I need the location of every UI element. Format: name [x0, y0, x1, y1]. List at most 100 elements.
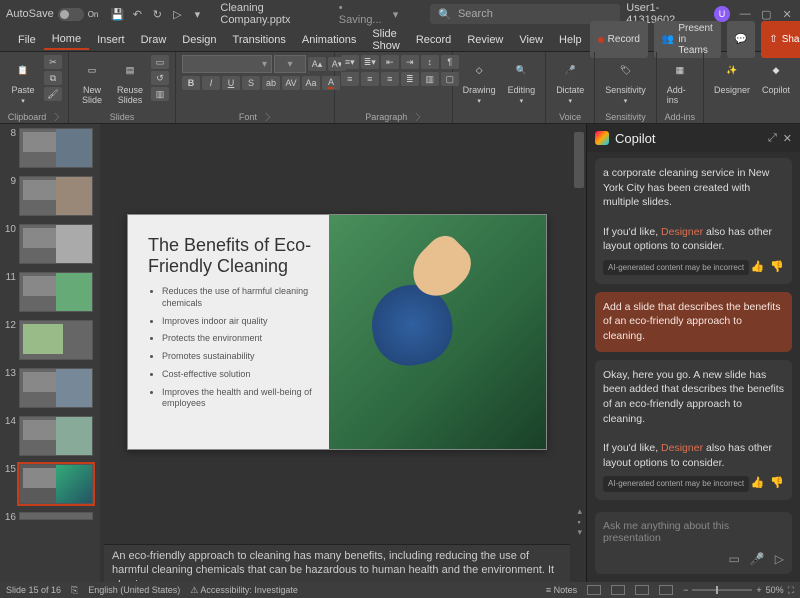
- designer-button[interactable]: ✨Designer: [710, 55, 754, 97]
- shadow-button[interactable]: ab: [262, 76, 280, 90]
- thumbs-down-icon[interactable]: 👎: [770, 260, 784, 275]
- reuse-slides-button[interactable]: ▤ Reuse Slides: [113, 55, 147, 107]
- reading-view-button[interactable]: [635, 585, 649, 595]
- prompt-guide-icon[interactable]: ▭: [728, 552, 739, 566]
- italic-button[interactable]: I: [202, 76, 220, 90]
- notes-pane[interactable]: An eco-friendly approach to cleaning has…: [104, 544, 570, 582]
- slide-thumbnail-13[interactable]: [19, 368, 93, 408]
- char-spacing-button[interactable]: AV: [282, 76, 300, 90]
- fit-to-window-icon[interactable]: ⛶: [788, 585, 794, 596]
- autosave-toggle[interactable]: AutoSave On: [6, 8, 98, 21]
- menu-slideshow[interactable]: Slide Show: [364, 25, 408, 55]
- dictate-button[interactable]: 🎤Dictate▾: [552, 55, 588, 107]
- copilot-conversation[interactable]: a corporate cleaning service in New York…: [587, 152, 800, 506]
- menu-draw[interactable]: Draw: [133, 31, 175, 49]
- thumbnail-panel[interactable]: 8 9 10 11 12 13 14 15 16: [0, 124, 100, 582]
- copilot-input-box[interactable]: Ask me anything about this presentation …: [595, 512, 792, 574]
- undo-icon[interactable]: ↶: [130, 7, 144, 21]
- numbering-button[interactable]: ≣▾: [361, 55, 379, 69]
- thumbs-down-icon[interactable]: 👎: [770, 476, 784, 491]
- sorter-view-button[interactable]: [611, 585, 625, 595]
- menu-animations[interactable]: Animations: [294, 31, 364, 49]
- slide-thumbnail-10[interactable]: [19, 224, 93, 264]
- zoom-slider[interactable]: [692, 589, 752, 591]
- indent-increase-button[interactable]: ⇥: [401, 55, 419, 69]
- addins-button[interactable]: ▦Add-ins: [663, 55, 697, 107]
- editing-button[interactable]: 🔍Editing▾: [504, 55, 540, 107]
- slide-bullet-list[interactable]: Reduces the use of harmful cleaning chem…: [148, 286, 313, 410]
- maximize-icon[interactable]: ▢: [761, 8, 772, 20]
- slide-counter[interactable]: Slide 15 of 16: [6, 585, 61, 595]
- slide-image[interactable]: [329, 215, 546, 449]
- change-case-button[interactable]: Aa: [302, 76, 320, 90]
- file-name[interactable]: Cleaning Company.pptx: [220, 2, 332, 26]
- vertical-scrollbar[interactable]: [574, 132, 584, 188]
- slide-thumbnail-11[interactable]: [19, 272, 93, 312]
- font-family-select[interactable]: ▾: [182, 55, 272, 73]
- zoom-in-icon[interactable]: +: [756, 585, 761, 595]
- menu-home[interactable]: Home: [44, 30, 89, 50]
- toggle-switch[interactable]: [58, 8, 84, 21]
- menu-help[interactable]: Help: [551, 31, 590, 49]
- slide-thumbnail-14[interactable]: [19, 416, 93, 456]
- bold-button[interactable]: B: [182, 76, 200, 90]
- slide-nav-handles[interactable]: ▴▪▾: [577, 506, 582, 538]
- align-center-button[interactable]: ≡: [361, 72, 379, 86]
- format-painter-button[interactable]: 🖌: [44, 87, 62, 101]
- send-icon[interactable]: ▷: [775, 552, 784, 566]
- menu-record[interactable]: Record: [408, 31, 459, 49]
- minimize-icon[interactable]: —: [740, 8, 751, 20]
- increase-font-button[interactable]: A▴: [308, 57, 326, 71]
- menu-transitions[interactable]: Transitions: [225, 31, 294, 49]
- dialog-launcher-icon[interactable]: [412, 113, 420, 121]
- font-size-select[interactable]: ▾: [274, 55, 306, 73]
- start-slideshow-icon[interactable]: ▷: [170, 7, 184, 21]
- qat-dropdown-icon[interactable]: ▾: [190, 7, 204, 21]
- notes-toggle[interactable]: ≡ Notes: [546, 585, 577, 595]
- avatar[interactable]: U: [714, 6, 729, 22]
- slide-thumbnail-12[interactable]: [19, 320, 93, 360]
- language-status[interactable]: English (United States): [88, 585, 180, 595]
- drawing-button[interactable]: ◇Drawing▾: [459, 55, 500, 107]
- zoom-out-icon[interactable]: −: [683, 585, 688, 595]
- menu-insert[interactable]: Insert: [89, 31, 133, 49]
- save-icon[interactable]: 💾: [110, 7, 124, 21]
- current-slide[interactable]: The Benefits of Eco-Friendly Cleaning Re…: [127, 214, 547, 450]
- menu-review[interactable]: Review: [459, 31, 511, 49]
- align-right-button[interactable]: ≡: [381, 72, 399, 86]
- menu-file[interactable]: File: [10, 31, 44, 49]
- dialog-launcher-icon[interactable]: [262, 113, 270, 121]
- slide-thumbnail-15[interactable]: [19, 464, 93, 504]
- filename-dropdown-icon[interactable]: ▾: [393, 8, 399, 21]
- slide-title[interactable]: The Benefits of Eco-Friendly Cleaning: [148, 235, 313, 276]
- designer-link[interactable]: Designer: [661, 442, 703, 454]
- copilot-ribbon-button[interactable]: ◆Copilot: [758, 55, 794, 97]
- underline-button[interactable]: U: [222, 76, 240, 90]
- slide-thumbnail-16[interactable]: [19, 512, 93, 520]
- paste-button[interactable]: 📋 Paste ▾: [6, 55, 40, 107]
- bullets-button[interactable]: ≡▾: [341, 55, 359, 69]
- copilot-close-icon[interactable]: ✕: [783, 132, 792, 145]
- justify-button[interactable]: ≣: [401, 72, 419, 86]
- menu-view[interactable]: View: [511, 31, 551, 49]
- redo-icon[interactable]: ↻: [150, 7, 164, 21]
- columns-button[interactable]: ▥: [421, 72, 439, 86]
- copy-button[interactable]: ⧉: [44, 71, 62, 85]
- zoom-percent[interactable]: 50%: [766, 585, 784, 595]
- close-icon[interactable]: ✕: [783, 8, 794, 20]
- designer-link[interactable]: Designer: [661, 226, 703, 238]
- copilot-expand-icon[interactable]: ⤢: [768, 132, 777, 145]
- menu-design[interactable]: Design: [174, 31, 224, 49]
- reset-button[interactable]: ↺: [151, 71, 169, 85]
- spellcheck-icon[interactable]: ⎘: [71, 585, 78, 596]
- thumbs-up-icon[interactable]: 👍: [751, 476, 765, 491]
- dialog-launcher-icon[interactable]: [51, 113, 59, 121]
- cut-button[interactable]: ✂: [44, 55, 62, 69]
- accessibility-status[interactable]: ⚠ Accessibility: Investigate: [190, 585, 298, 596]
- align-left-button[interactable]: ≡: [341, 72, 359, 86]
- layout-button[interactable]: ▭: [151, 55, 169, 69]
- indent-decrease-button[interactable]: ⇤: [381, 55, 399, 69]
- line-spacing-button[interactable]: ↕: [421, 55, 439, 69]
- zoom-control[interactable]: − + 50% ⛶: [683, 585, 794, 596]
- thumbs-up-icon[interactable]: 👍: [751, 260, 765, 275]
